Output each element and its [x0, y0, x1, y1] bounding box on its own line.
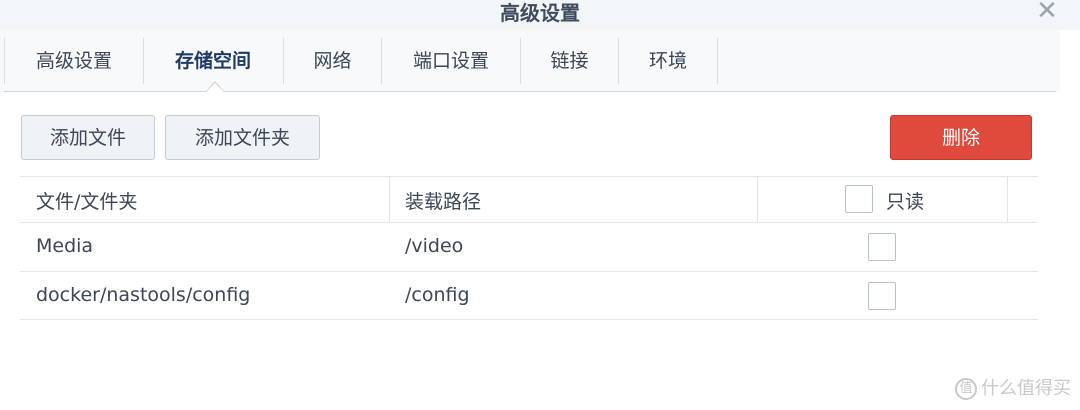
- volume-table: 文件/文件夹 装载路径 只读 Media /video docker/nasto…: [20, 176, 1038, 321]
- watermark-text: 什么值得买: [981, 378, 1071, 399]
- column-header-mount[interactable]: 装载路径: [405, 187, 481, 214]
- watermark: 值什么值得买: [955, 374, 1071, 404]
- active-tab-indicator-fill: [206, 83, 224, 92]
- row-mount-path: /config: [405, 284, 470, 306]
- header-divider: [20, 222, 1038, 223]
- tab-storage[interactable]: 存储空间: [143, 38, 284, 84]
- tab-network[interactable]: 网络: [284, 38, 382, 84]
- close-icon[interactable]: ✕: [1034, 0, 1060, 24]
- delete-button[interactable]: 删除: [890, 115, 1032, 160]
- tab-links[interactable]: 链接: [521, 38, 619, 84]
- row-path: Media: [36, 235, 94, 257]
- readonly-all-checkbox[interactable]: [845, 185, 873, 213]
- table-top-border: [20, 176, 1038, 177]
- table-bottom-border: [20, 319, 1038, 320]
- column-divider: [389, 176, 390, 222]
- row-readonly-checkbox[interactable]: [868, 233, 896, 261]
- tab-port-settings[interactable]: 端口设置: [382, 38, 521, 84]
- row-readonly-checkbox[interactable]: [868, 282, 896, 310]
- tab-divider: [4, 91, 1056, 92]
- add-file-button[interactable]: 添加文件: [21, 115, 155, 160]
- column-divider: [757, 176, 758, 222]
- tab-advanced-settings[interactable]: 高级设置: [4, 38, 144, 84]
- watermark-logo-icon: 值: [955, 378, 977, 400]
- column-header-readonly: 只读: [886, 191, 925, 213]
- column-header-path[interactable]: 文件/文件夹: [36, 187, 137, 214]
- window-title: 高级设置: [500, 1, 580, 25]
- row-divider: [20, 271, 1038, 272]
- row-mount-path: /video: [405, 235, 464, 257]
- column-divider: [1007, 176, 1008, 222]
- tab-environment[interactable]: 环境: [619, 38, 718, 84]
- row-path: docker/nastools/config: [36, 284, 251, 306]
- title-bar: 高级设置 ✕: [0, 0, 1080, 30]
- add-folder-button[interactable]: 添加文件夹: [165, 115, 320, 160]
